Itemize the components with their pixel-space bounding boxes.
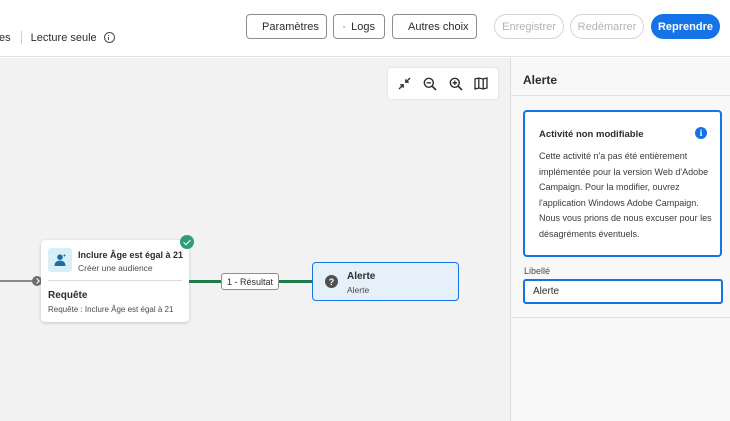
history-icon <box>343 25 345 28</box>
alert-node[interactable]: ? Alerte Alerte <box>312 262 459 301</box>
autres-choix-label: Autres choix <box>408 20 469 33</box>
zoom-toolbar <box>388 68 498 99</box>
node-divider <box>48 280 182 281</box>
transition-edge <box>278 280 313 283</box>
label-field-label: Libellé <box>524 266 551 276</box>
panel-divider <box>511 317 730 318</box>
success-check-icon <box>180 235 194 249</box>
zoom-out-icon[interactable] <box>420 74 440 94</box>
parametres-label: Paramètres <box>262 20 319 33</box>
panel-header: Alerte <box>511 58 730 96</box>
breadcrumb-divider <box>20 31 22 44</box>
incoming-edge <box>0 280 34 282</box>
notice-body: Cette activité n'a pas été entièrement i… <box>539 151 712 239</box>
audience-node-title: Inclure Âge est égal à 21 <box>78 250 184 260</box>
transition-edge <box>189 280 223 283</box>
reprendre-button[interactable]: Reprendre <box>651 14 720 39</box>
fit-icon[interactable] <box>395 74 415 94</box>
breadcrumb: es Lecture seule <box>0 31 115 44</box>
redemarrer-button[interactable]: Redémarrer <box>570 14 644 39</box>
alert-node-title: Alerte <box>347 271 376 282</box>
query-section-value: Requête : Inclure Âge est égal à 21 <box>48 305 174 314</box>
audience-icon <box>48 248 72 272</box>
audience-node-subtitle: Créer une audience <box>78 263 153 273</box>
audience-node[interactable]: Inclure Âge est égal à 21 Créer une audi… <box>41 240 189 322</box>
info-icon[interactable] <box>103 32 115 43</box>
parametres-button[interactable]: Paramètres <box>246 14 327 39</box>
logs-label: Logs <box>351 20 375 33</box>
map-icon[interactable] <box>471 74 491 94</box>
properties-panel: Alerte Activité non modifiable i Cette a… <box>510 58 730 421</box>
enregistrer-button[interactable]: Enregistrer <box>494 14 564 39</box>
autres-choix-button[interactable]: Autres choix <box>392 14 477 39</box>
transition-label[interactable]: 1 - Résultat <box>221 273 279 290</box>
question-icon: ? <box>325 275 338 288</box>
query-section-title: Requête <box>48 290 88 301</box>
alert-node-subtitle: Alerte <box>347 285 370 295</box>
logs-button[interactable]: Logs <box>333 14 385 39</box>
notice-title: Activité non modifiable <box>539 129 644 140</box>
panel-title: Alerte <box>523 73 558 87</box>
notice-box: Activité non modifiable i Cette activité… <box>523 110 722 257</box>
label-input[interactable] <box>523 279 723 304</box>
breadcrumb-fragment[interactable]: es <box>0 32 11 44</box>
info-icon: i <box>695 127 707 139</box>
zoom-in-icon[interactable] <box>446 74 466 94</box>
read-only-label: Lecture seule <box>30 31 97 44</box>
top-bar: es Lecture seule Paramètres Logs Autres … <box>0 0 730 57</box>
